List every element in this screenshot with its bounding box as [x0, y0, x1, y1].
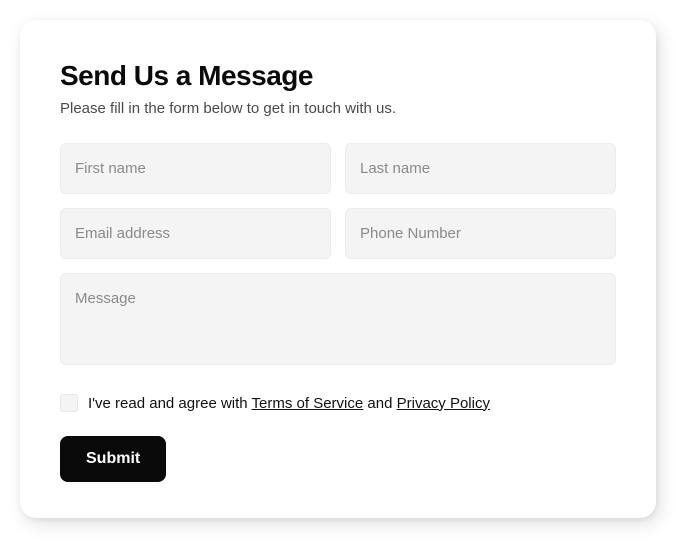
first-name-input[interactable]	[60, 143, 331, 194]
consent-prefix: I've read and agree with	[88, 395, 252, 412]
form-title: Send Us a Message	[60, 60, 616, 92]
name-row	[60, 143, 616, 194]
consent-text: I've read and agree with Terms of Servic…	[88, 395, 490, 412]
last-name-input[interactable]	[345, 143, 616, 194]
consent-checkbox[interactable]	[60, 394, 78, 412]
consent-row: I've read and agree with Terms of Servic…	[60, 394, 616, 412]
message-textarea[interactable]	[60, 273, 616, 365]
terms-link[interactable]: Terms of Service	[252, 395, 364, 412]
contact-form-card: Send Us a Message Please fill in the for…	[20, 20, 656, 518]
phone-input[interactable]	[345, 208, 616, 259]
email-input[interactable]	[60, 208, 331, 259]
submit-button[interactable]: Submit	[60, 436, 166, 482]
consent-middle: and	[363, 395, 396, 412]
contact-row	[60, 208, 616, 259]
privacy-link[interactable]: Privacy Policy	[397, 395, 490, 412]
form-subtitle: Please fill in the form below to get in …	[60, 100, 616, 117]
